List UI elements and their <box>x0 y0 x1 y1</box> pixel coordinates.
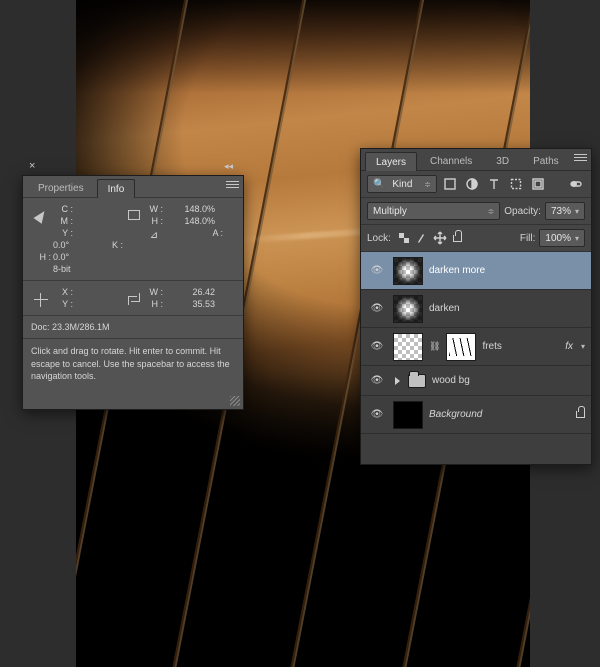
value-h: 148.0% <box>165 216 225 226</box>
label-x: X : <box>53 287 75 297</box>
panel-menu-icon[interactable] <box>574 154 587 165</box>
label-y: Y : <box>53 228 75 238</box>
lock-transparent-icon[interactable] <box>395 230 413 247</box>
filter-type-icon[interactable] <box>485 176 503 193</box>
blend-mode-select[interactable]: Multiply≑ <box>367 202 500 220</box>
layer-mask-thumbnail[interactable] <box>446 333 476 361</box>
tab-3d[interactable]: 3D <box>485 151 520 170</box>
layer-row[interactable]: 👁 darken more <box>361 252 591 290</box>
layer-list: 👁 darken more 👁 darken 👁 ⛓ frets fx ▾ 👁 … <box>361 252 591 464</box>
label-m: M : <box>53 216 75 226</box>
lock-pixels-icon[interactable] <box>413 230 431 247</box>
value-mode: 8-bit <box>53 264 125 274</box>
label-h2: H : <box>29 252 53 262</box>
info-panel: × ◂◂ Properties Info C : W : 148.0% M : … <box>22 175 244 410</box>
opacity-value[interactable]: 73%▾ <box>545 202 585 220</box>
info-panel-tabs: Properties Info <box>23 176 243 198</box>
filter-smart-icon[interactable] <box>529 176 547 193</box>
doc-size: Doc: 23.3M/286.1M <box>23 316 243 338</box>
eyedropper-icon <box>29 204 53 222</box>
blend-opacity-row: Multiply≑ Opacity: 73%▾ <box>361 198 591 225</box>
layers-panel-tabs: Layers Channels 3D Paths <box>361 149 591 171</box>
label-a: A : <box>165 228 225 238</box>
fill-label[interactable]: Fill: <box>520 233 536 244</box>
crop-icon <box>125 287 143 305</box>
info-pos-sel-row: X : W : 26.42 Y : H : 35.53 <box>23 281 243 315</box>
expand-icon[interactable] <box>395 377 400 385</box>
layer-thumbnail[interactable] <box>393 401 423 429</box>
tab-info[interactable]: Info <box>97 179 136 198</box>
layer-thumbnail[interactable] <box>393 257 423 285</box>
lock-position-icon[interactable] <box>431 230 449 247</box>
layer-filter-row: 🔍Kind≑ <box>361 171 591 198</box>
chevron-down-icon[interactable]: ▾ <box>581 342 585 351</box>
label-k: K : <box>75 240 125 250</box>
angle-icon: ⊿ <box>143 228 165 241</box>
mask-link-icon[interactable]: ⛓ <box>429 341 440 352</box>
layer-thumbnail[interactable] <box>393 333 423 361</box>
fx-indicator[interactable]: fx <box>565 341 573 352</box>
value-sel-h: 35.53 <box>165 299 225 309</box>
filter-pixel-icon[interactable] <box>441 176 459 193</box>
lock-all-icon[interactable] <box>449 230 467 247</box>
label-sel-h: H : <box>143 299 165 309</box>
panel-menu-icon[interactable] <box>226 181 239 192</box>
filter-adjust-icon[interactable] <box>463 176 481 193</box>
resize-grip[interactable] <box>230 396 240 406</box>
layer-thumbnail[interactable] <box>393 295 423 323</box>
filter-toggle[interactable] <box>567 176 585 193</box>
collapse-icon[interactable]: ◂◂ <box>224 161 235 172</box>
value-a: 0.0° <box>53 240 75 250</box>
visibility-icon[interactable]: 👁 <box>367 265 387 276</box>
lock-fill-row: Lock: Fill: 100%▾ <box>361 225 591 252</box>
filter-kind-select[interactable]: 🔍Kind≑ <box>367 175 437 193</box>
dimensions-icon <box>125 204 143 220</box>
filter-shape-icon[interactable] <box>507 176 525 193</box>
tab-channels[interactable]: Channels <box>419 151 483 170</box>
lock-label: Lock: <box>367 233 391 244</box>
blend-mode-value: Multiply <box>373 206 407 217</box>
visibility-icon[interactable]: 👁 <box>367 303 387 314</box>
label-y2: Y : <box>53 299 75 309</box>
crosshair-icon <box>29 287 53 307</box>
tab-layers[interactable]: Layers <box>365 152 417 171</box>
layer-name[interactable]: darken <box>429 303 460 314</box>
folder-icon <box>408 374 426 388</box>
value-w: 148.0% <box>165 204 225 214</box>
visibility-icon[interactable]: 👁 <box>367 341 387 352</box>
hint-text: Click and drag to rotate. Hit enter to c… <box>23 339 243 409</box>
info-color-size-row: C : W : 148.0% M : H : 148.0% Y : ⊿ A : … <box>23 198 243 280</box>
value-h2: 0.0° <box>53 252 75 262</box>
layers-panel: Layers Channels 3D Paths 🔍Kind≑ Multiply… <box>360 148 592 465</box>
label-c: C : <box>53 204 75 214</box>
layer-row[interactable]: 👁 darken <box>361 290 591 328</box>
visibility-icon[interactable]: 👁 <box>367 409 387 420</box>
layer-row[interactable]: 👁 ⛓ frets fx ▾ <box>361 328 591 366</box>
layer-name[interactable]: frets <box>482 341 501 352</box>
visibility-icon[interactable]: 👁 <box>367 375 387 386</box>
value-sel-w: 26.42 <box>165 287 225 297</box>
layer-name[interactable]: wood bg <box>432 375 470 386</box>
layer-row[interactable]: 👁 Background <box>361 396 591 434</box>
label-sel-w: W : <box>143 287 165 297</box>
layer-row[interactable]: 👁 wood bg <box>361 366 591 396</box>
lock-icon <box>576 411 585 418</box>
close-icon[interactable]: × <box>29 161 40 172</box>
opacity-label[interactable]: Opacity: <box>504 206 541 217</box>
filter-kind-label: Kind <box>392 179 412 190</box>
label-w: W : <box>143 204 165 214</box>
layer-name[interactable]: darken more <box>429 265 485 276</box>
tab-paths[interactable]: Paths <box>522 151 570 170</box>
tab-properties[interactable]: Properties <box>27 178 95 197</box>
fill-value[interactable]: 100%▾ <box>539 229 585 247</box>
label-h: H : <box>143 216 165 226</box>
layer-name[interactable]: Background <box>429 409 482 420</box>
